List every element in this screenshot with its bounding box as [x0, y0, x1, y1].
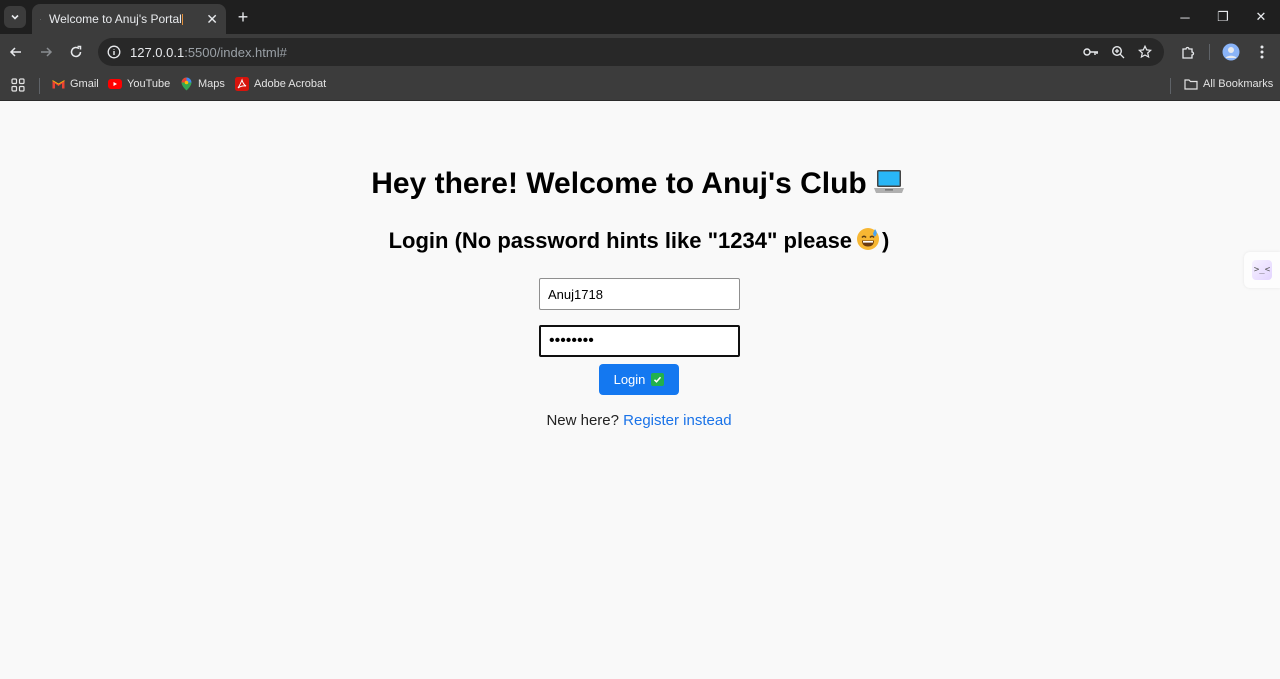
- site-info-icon[interactable]: [107, 45, 121, 59]
- zoom-icon[interactable]: [1109, 43, 1127, 61]
- address-bar[interactable]: 127.0.0.1:5500/index.html#: [98, 38, 1164, 66]
- adobe-acrobat-icon: [235, 77, 249, 91]
- page-title: Hey there! Welcome to Anuj's Club: [0, 167, 1276, 204]
- restore-button[interactable]: ❐: [1204, 0, 1242, 34]
- bookmark-maps[interactable]: Maps: [179, 77, 225, 91]
- bookmark-label: Maps: [198, 78, 225, 90]
- bookmarks-bar: Gmail YouTube Maps Adobe Acrobat All Boo…: [0, 70, 1280, 101]
- login-heading-close: ): [882, 228, 890, 253]
- bookmark-star-icon[interactable]: [1136, 43, 1154, 61]
- browser-toolbar: 127.0.0.1:5500/index.html#: [0, 34, 1280, 70]
- page-title-text: Hey there! Welcome to Anuj's Club: [371, 167, 867, 200]
- apps-grid-icon: [11, 78, 25, 92]
- tab-close-button[interactable]: ✕: [206, 11, 218, 28]
- sweat-smile-icon: [856, 227, 880, 257]
- folder-icon: [1184, 77, 1198, 91]
- tab-strip: Welcome to Anuj's Portal ✕ + ─ ❐ ✕: [0, 0, 1280, 34]
- puzzle-icon: [1181, 46, 1194, 59]
- username-input[interactable]: [539, 278, 740, 310]
- register-prompt: New here? Register instead: [0, 412, 1278, 429]
- window-close-button[interactable]: ✕: [1242, 0, 1280, 34]
- arrow-right-icon: [41, 47, 53, 57]
- reload-icon: [70, 45, 82, 58]
- laptop-icon: [873, 168, 905, 204]
- bookmark-adobe-acrobat[interactable]: Adobe Acrobat: [235, 77, 326, 91]
- url-host: 127.0.0.1: [130, 44, 185, 60]
- tab-search-button[interactable]: [4, 6, 26, 28]
- back-button[interactable]: [4, 40, 28, 64]
- bookmarks-separator: [39, 78, 40, 94]
- arrow-left-icon: [9, 47, 21, 57]
- chevron-down-icon: [11, 14, 19, 20]
- gmail-icon: [51, 77, 65, 91]
- extensions-button[interactable]: [1176, 40, 1200, 64]
- maps-icon: [179, 77, 193, 91]
- youtube-icon: [108, 77, 122, 91]
- browser-menu-button[interactable]: [1250, 40, 1274, 64]
- register-prompt-text: New here?: [546, 412, 619, 429]
- tab-title: Welcome to Anuj's Portal: [49, 12, 182, 26]
- page-content: Hey there! Welcome to Anuj's Club Login …: [0, 101, 1280, 679]
- url-path: :5500/index.html#: [184, 44, 287, 60]
- globe-icon: [40, 18, 41, 20]
- url-text: 127.0.0.1:5500/index.html#: [130, 45, 287, 60]
- profile-avatar[interactable]: [1219, 40, 1243, 64]
- login-heading-text: Login (No password hints like "1234" ple…: [388, 228, 853, 253]
- side-panel-icon: >_<: [1252, 260, 1272, 280]
- more-vertical-icon: [1260, 45, 1264, 59]
- apps-button[interactable]: [11, 78, 25, 92]
- bookmark-label: Gmail: [70, 78, 99, 90]
- login-button[interactable]: Login: [599, 364, 679, 395]
- toolbar-separator: [1209, 44, 1210, 60]
- register-link[interactable]: Register instead: [623, 412, 731, 429]
- login-button-label: Login: [613, 372, 646, 387]
- new-tab-button[interactable]: +: [233, 7, 253, 27]
- side-panel-widget[interactable]: >_<: [1244, 252, 1280, 288]
- login-heading: Login (No password hints like "1234" ple…: [0, 227, 1278, 257]
- bookmark-label: YouTube: [127, 78, 171, 90]
- password-input[interactable]: [539, 325, 740, 357]
- all-bookmarks-label: All Bookmarks: [1203, 78, 1274, 90]
- all-bookmarks-button[interactable]: All Bookmarks: [1184, 77, 1273, 91]
- bookmark-gmail[interactable]: Gmail: [51, 77, 99, 91]
- reload-button[interactable]: [64, 40, 88, 64]
- avatar-icon: [1222, 43, 1240, 61]
- password-key-icon[interactable]: [1082, 43, 1100, 61]
- minimize-button[interactable]: ─: [1166, 0, 1204, 34]
- bookmarks-separator: [1170, 78, 1171, 94]
- check-mark-icon: [651, 373, 665, 386]
- browser-tab-active[interactable]: Welcome to Anuj's Portal ✕: [32, 4, 226, 34]
- bookmark-label: Adobe Acrobat: [254, 78, 327, 90]
- forward-button[interactable]: [34, 40, 58, 64]
- bookmark-youtube[interactable]: YouTube: [108, 77, 170, 91]
